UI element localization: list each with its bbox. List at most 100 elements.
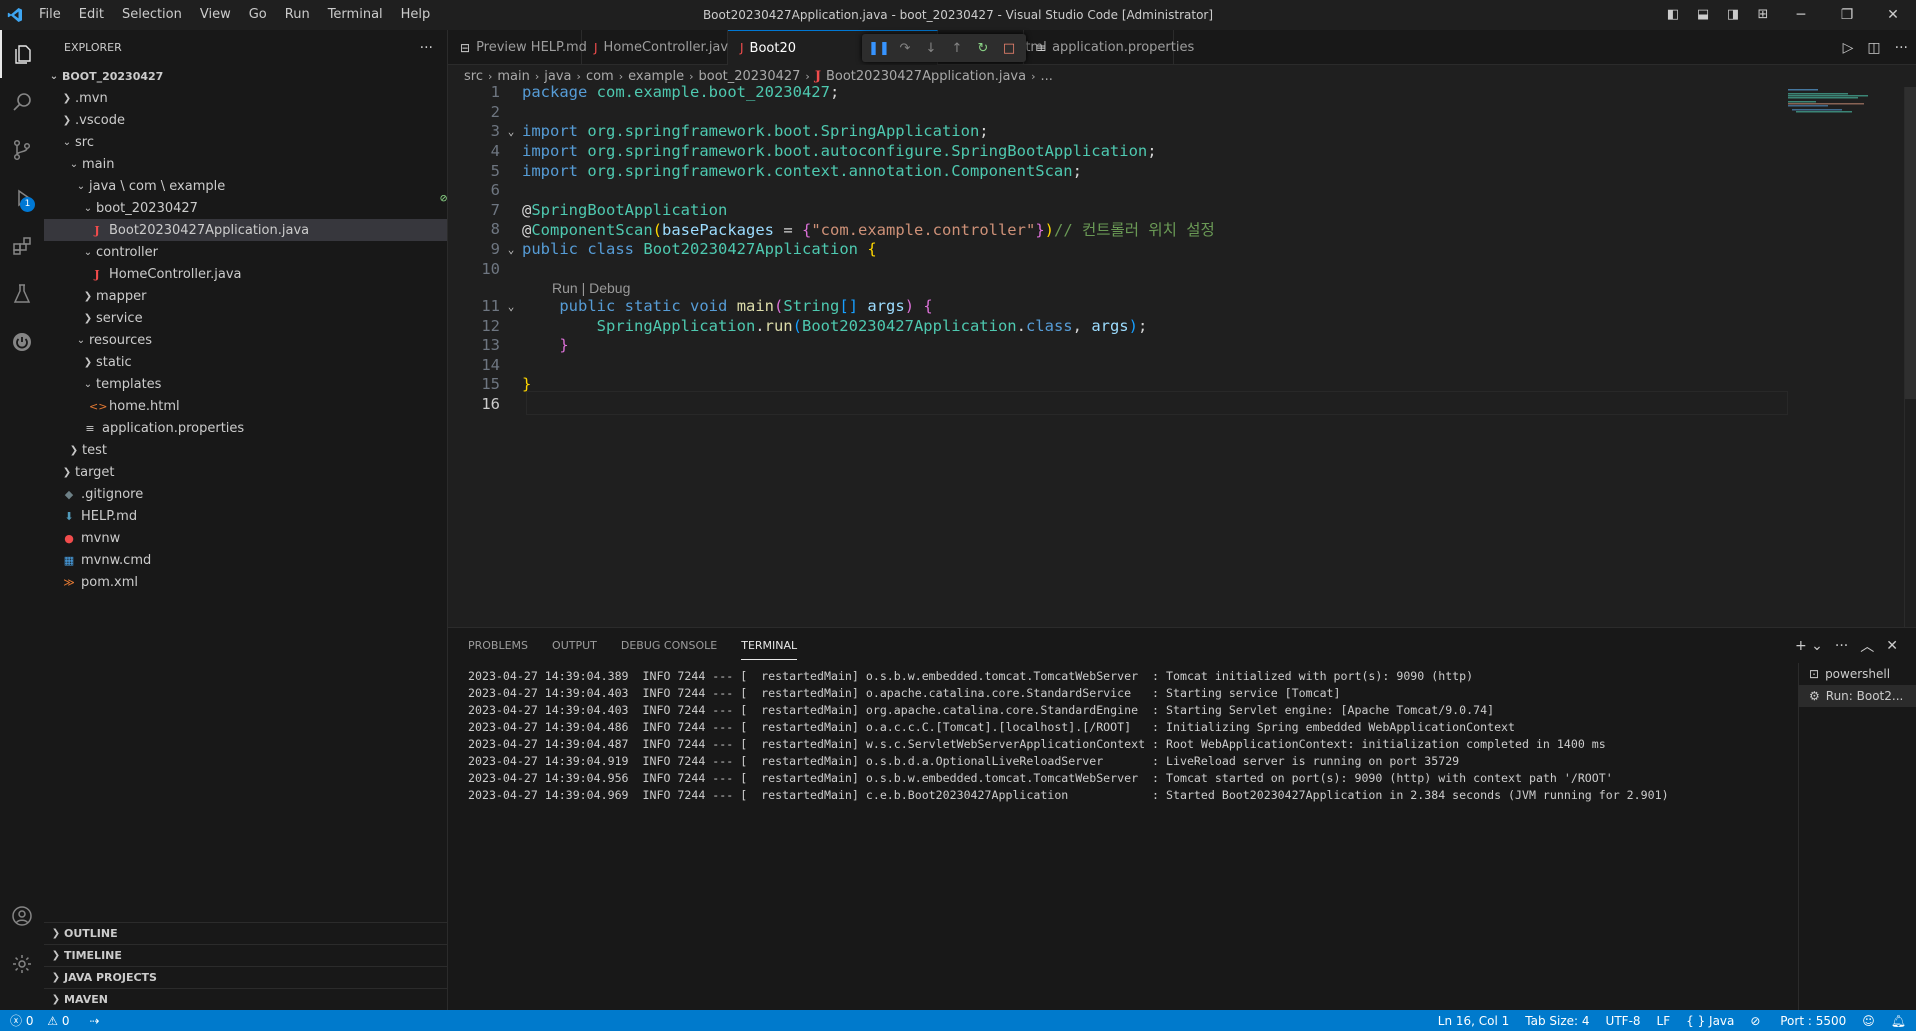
tab-terminal[interactable]: TERMINAL — [741, 632, 798, 660]
editor-tab[interactable]: J HomeController.java — [582, 30, 736, 65]
section-java-projects[interactable]: ❯ JAVA PROJECTS — [44, 966, 447, 988]
tree-file[interactable]: <> home.html — [44, 395, 447, 417]
feedback-icon[interactable]: ☺ — [1862, 1014, 1875, 1028]
tab-label: Preview HELP.md — [476, 40, 587, 55]
menu-run[interactable]: Run — [276, 0, 319, 30]
fold-chevron-icon[interactable]: ⌄ — [500, 300, 522, 313]
section-maven[interactable]: ❯ MAVEN — [44, 988, 447, 1010]
editor-scrollbar[interactable] — [1904, 87, 1916, 627]
toggle-sidebar-icon[interactable]: ◧ — [1662, 0, 1684, 30]
tree-folder[interactable]: ❯ .vscode — [44, 109, 447, 131]
settings-gear-icon[interactable] — [0, 940, 44, 988]
tab-size[interactable]: Tab Size: 4 — [1525, 1014, 1589, 1028]
tree-folder[interactable]: ❯ service — [44, 307, 447, 329]
editor-tab[interactable]: ⊟ Preview HELP.md — [448, 30, 587, 65]
cursor-position[interactable]: Ln 16, Col 1 — [1438, 1014, 1510, 1028]
step-out-icon[interactable]: ↑ — [944, 41, 970, 56]
pause-icon[interactable]: ❚❚ — [866, 41, 892, 56]
run-debug-codelens[interactable]: Run | Debug — [552, 280, 630, 296]
activity-bar: 1 — [0, 30, 44, 1010]
tree-folder[interactable]: ❯ static — [44, 351, 447, 373]
terminal-item-run[interactable]: ⚙ Run: Boot2... — [1799, 685, 1916, 707]
tree-folder[interactable]: ❯ target — [44, 461, 447, 483]
restart-icon[interactable]: ↻ — [970, 41, 996, 56]
tree-file[interactable]: ◆ .gitignore — [44, 483, 447, 505]
explorer-icon[interactable] — [0, 30, 44, 78]
search-icon[interactable] — [0, 78, 44, 126]
menu-edit[interactable]: Edit — [70, 0, 113, 30]
sidebar-sections: ❯ OUTLINE ❯ TIMELINE ❯ JAVA PROJECTS ❯ MAVEN — [44, 922, 447, 1010]
tree-folder[interactable]: ❯ mapper — [44, 285, 447, 307]
end-of-line[interactable]: LF — [1657, 1014, 1671, 1028]
minimize-button[interactable]: ─ — [1778, 0, 1824, 30]
tab-output[interactable]: OUTPUT — [552, 632, 597, 659]
tree-file[interactable]: J Boot20230427Application.java — [44, 219, 447, 241]
tree-folder[interactable]: ⌄ controller — [44, 241, 447, 263]
split-editor-icon[interactable]: ◫ — [1867, 40, 1880, 56]
tree-folder[interactable]: ❯ test — [44, 439, 447, 461]
tree-file[interactable]: ▦ mvnw.cmd — [44, 549, 447, 571]
menu-file[interactable]: File — [30, 0, 70, 30]
toggle-secondary-sidebar-icon[interactable]: ◨ — [1722, 0, 1744, 30]
close-panel-icon[interactable]: ✕ — [1886, 638, 1898, 654]
tree-file[interactable]: ● mvnw — [44, 527, 447, 549]
live-server-port[interactable]: ⊘ Port : 5500 — [1750, 1014, 1846, 1028]
tree-file[interactable]: ≡ application.properties — [44, 417, 447, 439]
panel-more-icon[interactable]: ··· — [1835, 638, 1848, 654]
menu-go[interactable]: Go — [240, 0, 276, 30]
run-java-icon[interactable]: ▷ — [1843, 40, 1854, 56]
source-control-icon[interactable] — [0, 126, 44, 174]
scrollbar-thumb[interactable] — [1905, 87, 1916, 399]
terminal-output[interactable]: 2023-04-27 14:39:04.389 INFO 7244 --- [ … — [468, 668, 1669, 804]
menu-selection[interactable]: Selection — [113, 0, 191, 30]
section-outline[interactable]: ❯ OUTLINE — [44, 922, 447, 944]
close-window-button[interactable]: ✕ — [1870, 0, 1916, 30]
maximize-panel-icon[interactable]: ︿ — [1860, 636, 1874, 656]
editor-tab[interactable]: ≡ application.properties — [1024, 30, 1194, 65]
step-over-icon[interactable]: ↷ — [892, 41, 918, 56]
run-and-debug-icon[interactable]: 1 — [0, 174, 44, 222]
editor-more-icon[interactable]: ··· — [1895, 40, 1908, 56]
tree-folder[interactable]: ❯ .mvn — [44, 87, 447, 109]
encoding[interactable]: UTF-8 — [1606, 1014, 1641, 1028]
tree-folder[interactable]: ⌄ BOOT_20230427 — [44, 65, 447, 87]
tree-folder[interactable]: ⌄ resources — [44, 329, 447, 351]
tree-file[interactable]: ≫ pom.xml — [44, 571, 447, 593]
tree-file[interactable]: ⬇ HELP.md — [44, 505, 447, 527]
tree-folder[interactable]: ⌄ templates — [44, 373, 447, 395]
accounts-icon[interactable] — [0, 892, 44, 940]
fold-chevron-icon[interactable]: ⌄ — [500, 243, 522, 256]
menu-help[interactable]: Help — [392, 0, 440, 30]
menu-view[interactable]: View — [191, 0, 240, 30]
breakpoint-disabled-icon[interactable]: ⊘ — [440, 191, 447, 205]
restore-button[interactable]: ❐ — [1824, 0, 1870, 30]
live-share-icon[interactable]: ⇢ — [90, 1014, 100, 1028]
menu-terminal[interactable]: Terminal — [319, 0, 392, 30]
tab-debug-console[interactable]: DEBUG CONSOLE — [621, 632, 717, 659]
stop-icon[interactable]: □ — [996, 41, 1022, 56]
code-editor[interactable]: 1 package com.example.boot_20230427; 2 3 ⌄ im… — [440, 83, 1916, 627]
tree-folder[interactable]: ⌄ main — [44, 153, 447, 175]
tree-folder[interactable]: ⌄ java \ com \ example — [44, 175, 447, 197]
tree-folder[interactable]: ⌄ boot_20230427 — [44, 197, 447, 219]
more-actions-icon[interactable]: ··· — [420, 40, 447, 56]
toggle-panel-icon[interactable]: ⬓ — [1692, 0, 1714, 30]
tree-folder[interactable]: ⌄ src — [44, 131, 447, 153]
new-terminal-icon[interactable]: + ⌄ — [1795, 638, 1823, 654]
problems-status[interactable]: ⓧ 0 ⚠ 0 — [10, 1012, 80, 1029]
notifications-icon[interactable]: 🔔︎ — [1891, 1014, 1906, 1028]
minimap[interactable] — [1784, 87, 1904, 127]
extensions-icon[interactable] — [0, 222, 44, 270]
fold-chevron-icon[interactable]: ⌄ — [500, 125, 522, 138]
terminal-item-powershell[interactable]: ⊡ powershell — [1799, 663, 1916, 685]
customize-layout-icon[interactable]: ⊞ — [1752, 0, 1774, 30]
language-mode[interactable]: { } Java — [1686, 1014, 1734, 1028]
section-timeline[interactable]: ❯ TIMELINE — [44, 944, 447, 966]
step-into-icon[interactable]: ↓ — [918, 41, 944, 56]
tree-file[interactable]: J HomeController.java — [44, 263, 447, 285]
spring-boot-dashboard-icon[interactable] — [0, 318, 44, 366]
testing-icon[interactable] — [0, 270, 44, 318]
java-icon: J — [740, 41, 744, 55]
tab-problems[interactable]: PROBLEMS — [468, 632, 528, 659]
